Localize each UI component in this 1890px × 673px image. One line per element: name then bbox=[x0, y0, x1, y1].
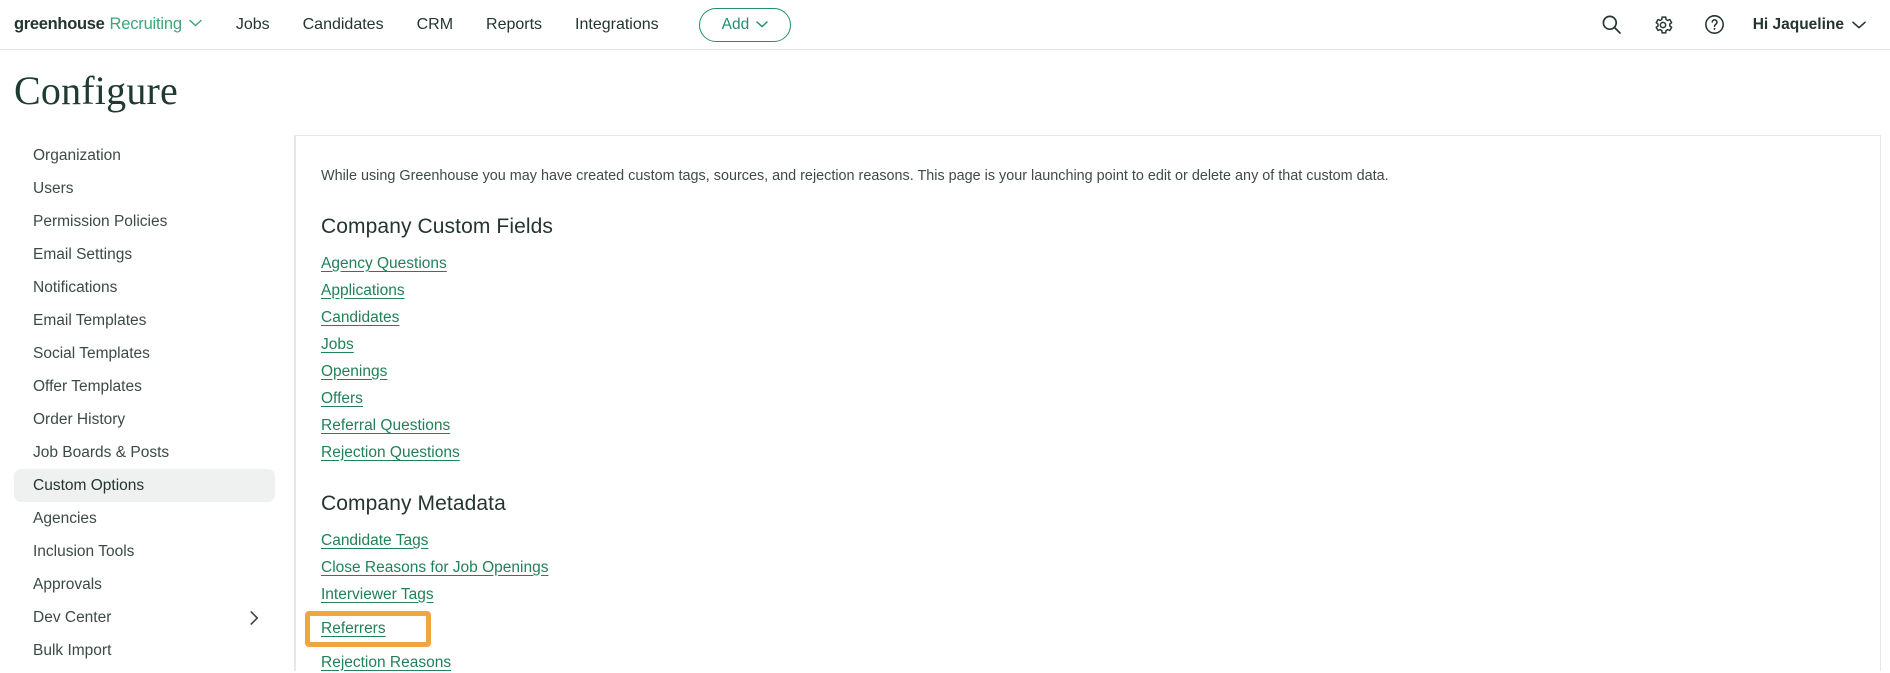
sidebar-item-label: Approvals bbox=[33, 575, 102, 593]
sidebar-item-agencies[interactable]: Agencies bbox=[14, 502, 275, 535]
link-jobs[interactable]: Jobs bbox=[321, 336, 354, 354]
sidebar-item-label: Dev Center bbox=[33, 608, 112, 626]
nav-item-integrations[interactable]: Integrations bbox=[575, 16, 659, 34]
list-item: Offers bbox=[321, 390, 1880, 408]
top-navigation-bar: greenhouse Recruiting Jobs Candidates CR… bbox=[0, 0, 1890, 50]
nav-item-reports[interactable]: Reports bbox=[486, 16, 542, 34]
nav-item-candidates[interactable]: Candidates bbox=[303, 16, 384, 34]
sidebar-item-label: Social Templates bbox=[33, 344, 150, 362]
sidebar-item-permission-policies[interactable]: Permission Policies bbox=[14, 205, 275, 238]
add-button[interactable]: Add bbox=[698, 7, 792, 42]
main-content-wrapper: While using Greenhouse you may have crea… bbox=[295, 135, 1890, 671]
link-interviewer-tags[interactable]: Interviewer Tags bbox=[321, 586, 434, 604]
nav-item-jobs[interactable]: Jobs bbox=[236, 16, 270, 34]
sidebar-item-label: Offer Templates bbox=[33, 377, 142, 395]
sidebar-item-notifications[interactable]: Notifications bbox=[14, 271, 275, 304]
chevron-down-icon bbox=[1852, 21, 1866, 29]
sidebar-item-label: Order History bbox=[33, 410, 126, 428]
gear-icon[interactable] bbox=[1650, 12, 1676, 38]
chevron-down-icon bbox=[756, 21, 768, 28]
link-offers[interactable]: Offers bbox=[321, 390, 363, 408]
brand-name-secondary: Recruiting bbox=[109, 15, 182, 33]
sidebar-item-label: Inclusion Tools bbox=[33, 542, 135, 560]
sidebar-item-label: Email Settings bbox=[33, 245, 133, 263]
sidebar-item-inclusion-tools[interactable]: Inclusion Tools bbox=[14, 535, 275, 568]
list-item: Close Reasons for Job Openings bbox=[321, 559, 1880, 577]
sidebar-item-job-boards-posts[interactable]: Job Boards & Posts bbox=[14, 436, 275, 469]
settings-sidebar: Organization Users Permission Policies E… bbox=[0, 135, 295, 671]
section-heading-company-metadata: Company Metadata bbox=[321, 491, 506, 515]
sidebar-item-order-history[interactable]: Order History bbox=[14, 403, 275, 436]
link-applications[interactable]: Applications bbox=[321, 282, 405, 300]
user-menu-label: Hi Jaqueline bbox=[1752, 15, 1844, 33]
link-rejection-reasons[interactable]: Rejection Reasons bbox=[321, 654, 451, 672]
list-item: Agency Questions bbox=[321, 255, 1880, 273]
company-custom-fields-links: Agency Questions Applications Candidates… bbox=[321, 255, 1880, 462]
link-agency-questions[interactable]: Agency Questions bbox=[321, 255, 447, 273]
list-item: Openings bbox=[321, 363, 1880, 381]
sidebar-item-custom-options[interactable]: Custom Options bbox=[14, 469, 275, 502]
link-rejection-questions[interactable]: Rejection Questions bbox=[321, 444, 460, 462]
list-item: Rejection Questions bbox=[321, 444, 1880, 462]
list-item: Candidates bbox=[321, 309, 1880, 327]
sidebar-item-label: Job Boards & Posts bbox=[33, 443, 170, 461]
sidebar-item-label: Bulk Import bbox=[33, 641, 112, 659]
sidebar-item-label: Organization bbox=[33, 146, 121, 164]
nav-item-crm[interactable]: CRM bbox=[417, 16, 453, 34]
link-referral-questions[interactable]: Referral Questions bbox=[321, 417, 450, 435]
sidebar-item-label: Email Templates bbox=[33, 311, 147, 329]
link-referrers[interactable]: Referrers bbox=[321, 620, 386, 638]
brand-logo[interactable]: greenhouse Recruiting bbox=[14, 15, 202, 34]
main-nav: Jobs Candidates CRM Reports Integrations bbox=[236, 16, 659, 34]
link-candidate-tags[interactable]: Candidate Tags bbox=[321, 532, 428, 550]
search-icon[interactable] bbox=[1599, 12, 1624, 37]
intro-text: While using Greenhouse you may have crea… bbox=[321, 168, 1389, 184]
list-item: Candidate Tags bbox=[321, 532, 1880, 550]
link-close-reasons-for-job-openings[interactable]: Close Reasons for Job Openings bbox=[321, 559, 548, 577]
add-button-label: Add bbox=[721, 15, 750, 33]
link-candidates[interactable]: Candidates bbox=[321, 309, 399, 327]
page-layout: Organization Users Permission Policies E… bbox=[0, 135, 1890, 671]
user-menu[interactable]: Hi Jaqueline bbox=[1753, 16, 1866, 34]
list-item: Referrers bbox=[305, 610, 1880, 647]
chevron-right-icon bbox=[250, 610, 259, 625]
sidebar-item-label: Custom Options bbox=[33, 476, 145, 494]
company-metadata-links: Candidate Tags Close Reasons for Job Ope… bbox=[305, 532, 1880, 673]
list-item: Rejection Reasons bbox=[321, 654, 1880, 672]
sidebar-item-social-templates[interactable]: Social Templates bbox=[14, 337, 275, 370]
sidebar-item-bulk-import[interactable]: Bulk Import bbox=[14, 634, 275, 667]
sidebar-item-label: Agencies bbox=[33, 509, 97, 527]
highlight-box-referrers: Referrers bbox=[305, 610, 431, 647]
list-item: Jobs bbox=[321, 336, 1880, 354]
sidebar-item-approvals[interactable]: Approvals bbox=[14, 568, 275, 601]
sidebar-item-offer-templates[interactable]: Offer Templates bbox=[14, 370, 275, 403]
list-item: Applications bbox=[321, 282, 1880, 300]
sidebar-item-users[interactable]: Users bbox=[14, 172, 275, 205]
list-item: Referral Questions bbox=[321, 417, 1880, 435]
list-item: Interviewer Tags bbox=[321, 586, 1880, 604]
sidebar-item-dev-center[interactable]: Dev Center bbox=[14, 601, 275, 634]
sidebar-item-organization[interactable]: Organization bbox=[14, 139, 275, 172]
sidebar-item-label: Notifications bbox=[33, 278, 118, 296]
sidebar-item-label: Permission Policies bbox=[33, 212, 168, 230]
page-title: Configure bbox=[14, 68, 178, 113]
sidebar-item-email-templates[interactable]: Email Templates bbox=[14, 304, 275, 337]
link-openings[interactable]: Openings bbox=[321, 363, 387, 381]
help-icon[interactable] bbox=[1702, 12, 1727, 37]
section-heading-company-custom-fields: Company Custom Fields bbox=[321, 214, 554, 238]
sidebar-item-label: Users bbox=[33, 179, 74, 197]
brand-name-primary: greenhouse bbox=[14, 15, 105, 33]
custom-options-panel: While using Greenhouse you may have crea… bbox=[295, 135, 1881, 671]
chevron-down-icon[interactable] bbox=[189, 14, 202, 32]
topbar-actions: Hi Jaqueline bbox=[1599, 12, 1866, 38]
sidebar-item-email-settings[interactable]: Email Settings bbox=[14, 238, 275, 271]
